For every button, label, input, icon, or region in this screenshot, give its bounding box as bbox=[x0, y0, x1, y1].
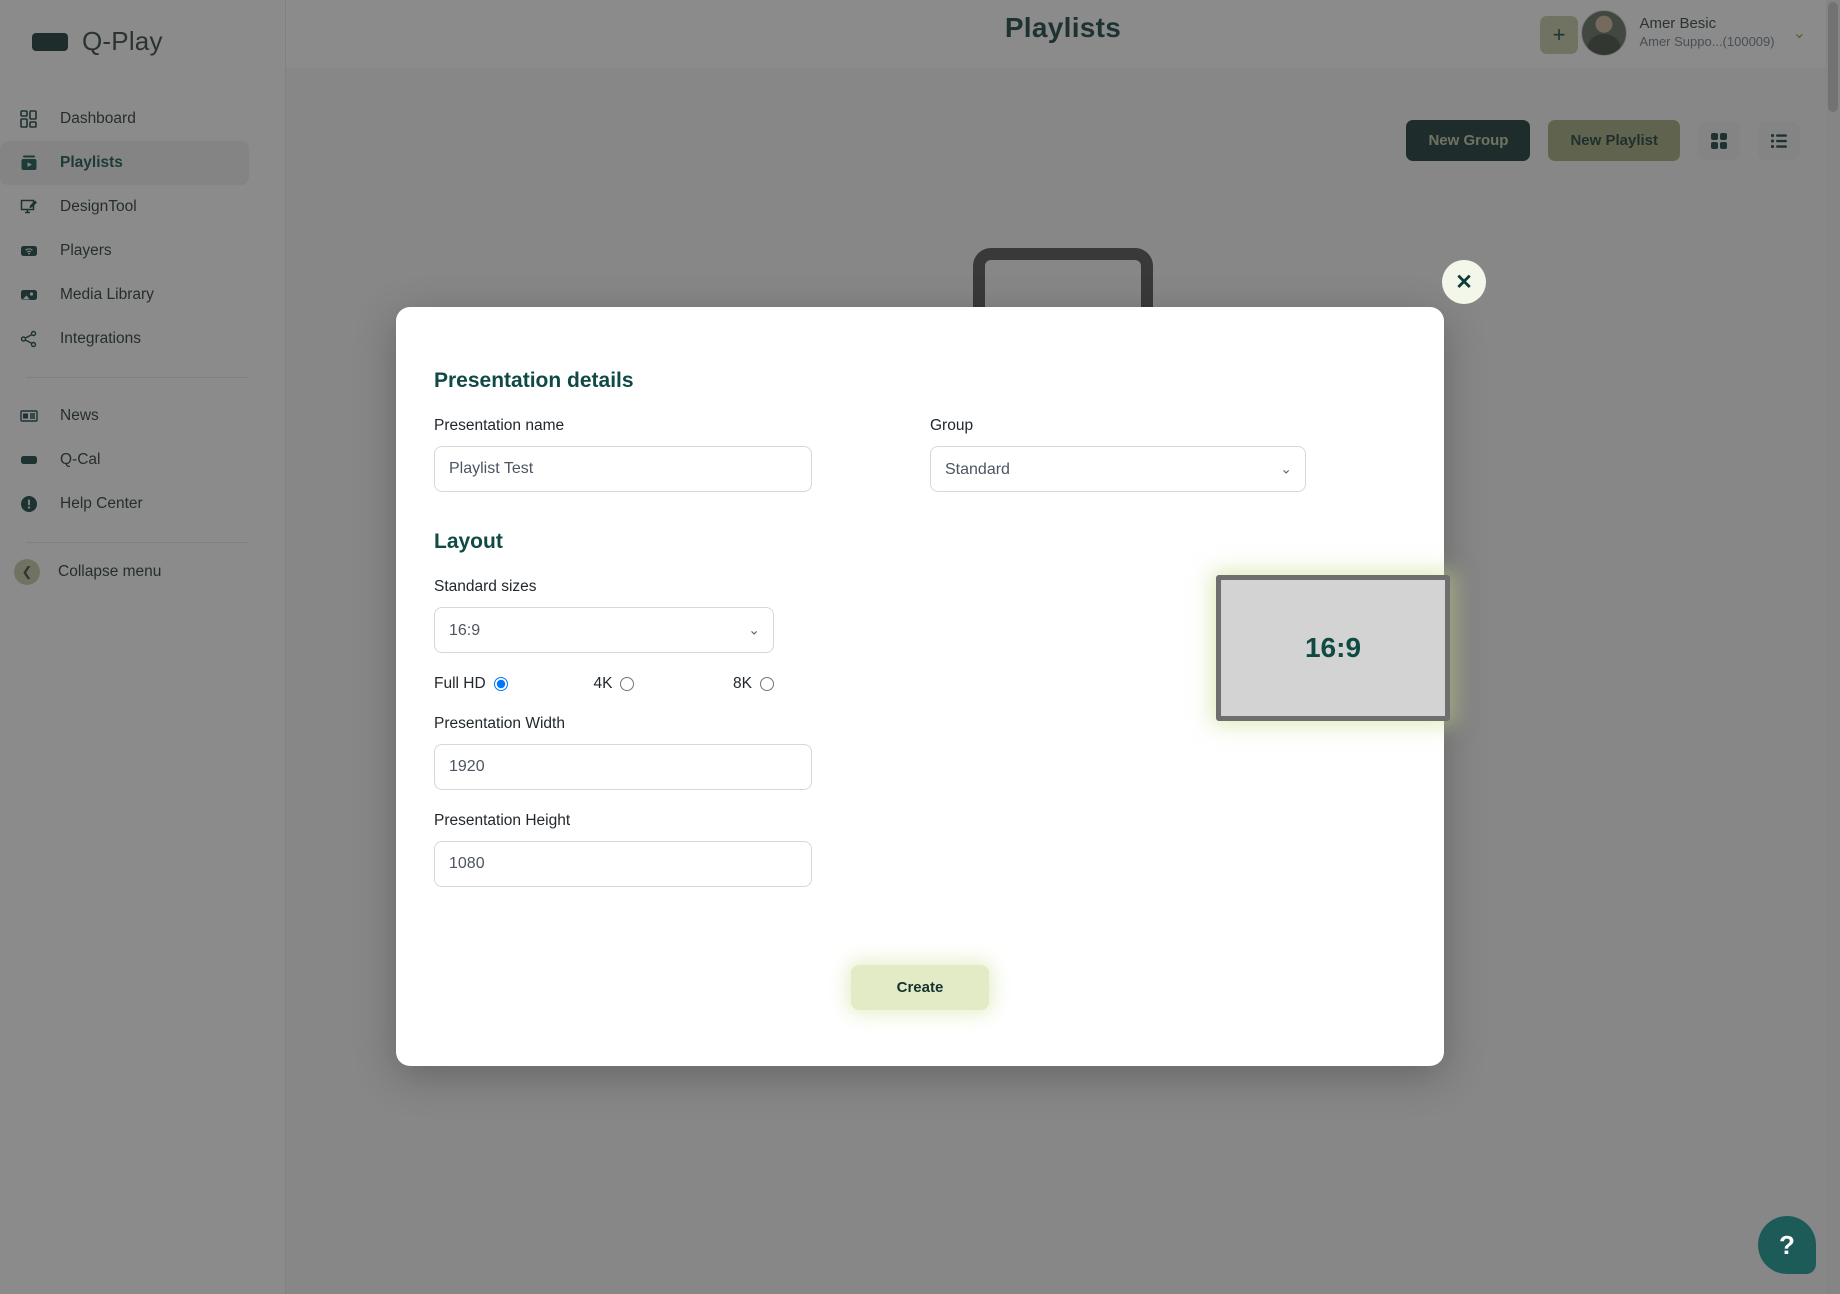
close-icon[interactable]: ✕ bbox=[1442, 260, 1486, 304]
resolution-radio-8k[interactable] bbox=[760, 677, 774, 691]
resolution-label: 8K bbox=[733, 675, 752, 692]
resolution-radio-full-hd[interactable] bbox=[493, 677, 508, 691]
details-row: Presentation name Group Standard ⌄ bbox=[434, 417, 1406, 492]
aspect-ratio-preview-label: 16:9 bbox=[1216, 575, 1450, 721]
create-button[interactable]: Create bbox=[850, 965, 990, 1010]
standard-sizes-group: Standard sizes 16:9 ⌄ bbox=[434, 578, 774, 653]
presentation-name-input[interactable] bbox=[434, 446, 812, 492]
help-button[interactable]: ? bbox=[1758, 1216, 1816, 1274]
resolution-option-full-hd[interactable]: Full HD bbox=[434, 675, 593, 693]
standard-sizes-label: Standard sizes bbox=[434, 578, 537, 595]
group-select[interactable]: Standard bbox=[930, 446, 1306, 492]
presentation-name-label: Presentation name bbox=[434, 417, 565, 434]
resolution-label: Full HD bbox=[434, 675, 486, 692]
resolution-radio-group: Full HD 4K 8K bbox=[434, 675, 774, 693]
aspect-ratio-preview: 16:9 bbox=[1216, 575, 1466, 735]
standard-sizes-select[interactable]: 16:9 bbox=[434, 607, 774, 653]
presentation-height-input[interactable] bbox=[434, 841, 812, 887]
modal-footer: Create bbox=[396, 965, 1444, 1010]
presentation-height-label: Presentation Height bbox=[434, 812, 571, 829]
group-label: Group bbox=[930, 417, 974, 434]
resolution-option-4k[interactable]: 4K bbox=[593, 675, 733, 693]
group-field-group: Group Standard ⌄ bbox=[930, 417, 1308, 492]
resolution-label: 4K bbox=[593, 675, 613, 692]
resolution-radio-4k[interactable] bbox=[620, 677, 635, 691]
presentation-width-input[interactable] bbox=[434, 744, 812, 790]
presentation-name-field-group: Presentation name bbox=[434, 417, 812, 492]
create-presentation-modal: ✕ Presentation details Presentation name… bbox=[396, 260, 1486, 1066]
resolution-option-8k[interactable]: 8K bbox=[733, 675, 774, 693]
presentation-details-heading: Presentation details bbox=[434, 369, 634, 392]
layout-heading: Layout bbox=[434, 530, 503, 553]
